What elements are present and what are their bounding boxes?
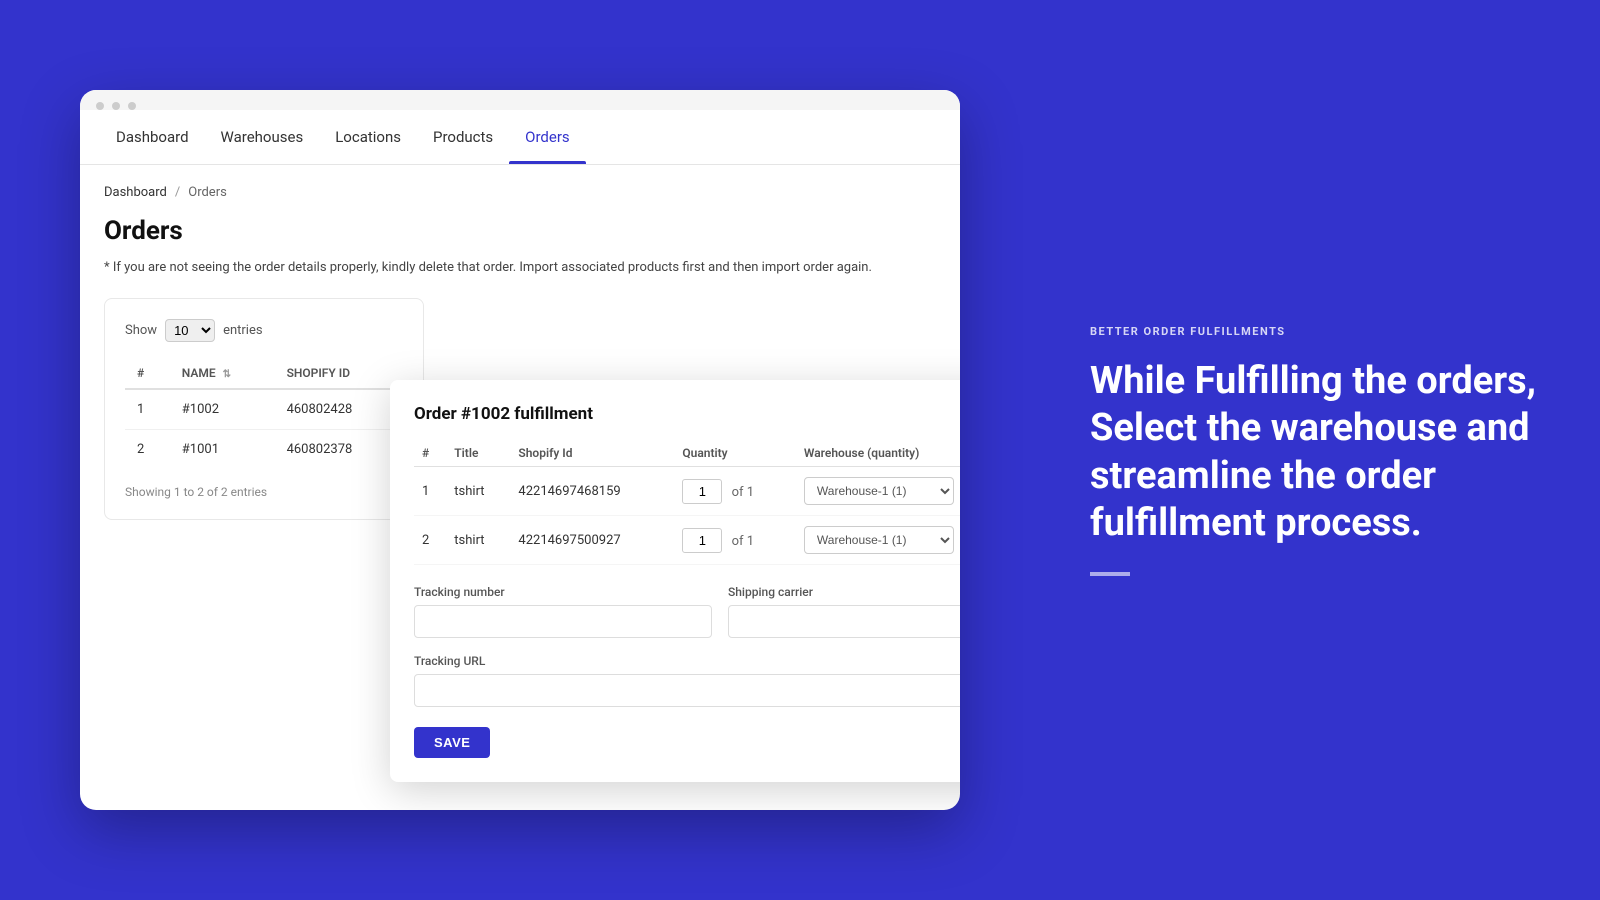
page-title: Orders <box>104 216 936 246</box>
frow1-of: of 1 <box>732 485 754 500</box>
breadcrumb: Dashboard / Orders <box>104 185 936 200</box>
tracking-row: Tracking number Shipping carrier <box>414 585 960 638</box>
row2-num: 2 <box>125 429 170 469</box>
tracking-url-input[interactable] <box>414 674 960 707</box>
fulfillment-row-1: 1 tshirt 42214697468159 of 1 Warehouse-1… <box>414 467 960 516</box>
breadcrumb-home[interactable]: Dashboard <box>104 185 167 200</box>
frow1-num: 1 <box>414 467 446 516</box>
shipping-carrier-label: Shipping carrier <box>728 585 960 599</box>
row1-shopify: 460802428 <box>275 389 403 430</box>
frow2-warehouse: Warehouse-1 (1) <box>796 516 960 565</box>
fcol-title: Title <box>446 440 510 467</box>
tracking-number-label: Tracking number <box>414 585 712 599</box>
breadcrumb-separator: / <box>175 185 180 200</box>
right-panel: BETTER ORDER FULFILLMENTS While Fulfilli… <box>1040 0 1600 900</box>
warehouse-select-2[interactable]: Warehouse-1 (1) <box>804 526 954 554</box>
nav-warehouses[interactable]: Warehouses <box>205 110 320 164</box>
fulfillment-modal: Order #1002 fulfillment # Title Shopify … <box>390 380 960 782</box>
save-button[interactable]: SAVE <box>414 727 490 758</box>
fcol-shopify: Shopify Id <box>510 440 674 467</box>
entries-select[interactable]: 10 25 50 <box>165 319 215 342</box>
browser-window: Dashboard Warehouses Locations Products … <box>80 90 960 810</box>
frow1-warehouse: Warehouse-1 (1) <box>796 467 960 516</box>
fcol-num: # <box>414 440 446 467</box>
sort-icon: ⇅ <box>223 369 231 380</box>
show-entries-row: Show 10 25 50 entries <box>125 319 403 342</box>
nav-bar: Dashboard Warehouses Locations Products … <box>80 110 960 165</box>
qty-input-1[interactable] <box>682 479 722 504</box>
nav-orders[interactable]: Orders <box>509 110 586 164</box>
browser-chrome <box>80 90 960 110</box>
frow2-shopify: 42214697500927 <box>510 516 674 565</box>
shipping-carrier-input[interactable] <box>728 605 960 638</box>
modal-title: Order #1002 fulfillment <box>414 404 960 424</box>
entries-label: entries <box>223 323 263 338</box>
row2-name: #1001 <box>170 429 275 469</box>
nav-products[interactable]: Products <box>417 110 509 164</box>
table-row[interactable]: 2 #1001 460802378 <box>125 429 403 469</box>
frow1-qty: of 1 <box>674 467 796 516</box>
nav-locations[interactable]: Locations <box>319 110 417 164</box>
table-row[interactable]: 1 #1002 460802428 <box>125 389 403 430</box>
orders-table: # NAME ⇅ SHOPIFY ID 1 #1002 460802428 <box>125 358 403 469</box>
frow2-num: 2 <box>414 516 446 565</box>
breadcrumb-current: Orders <box>188 185 227 200</box>
info-text: * If you are not seeing the order detail… <box>104 258 936 278</box>
row1-num: 1 <box>125 389 170 430</box>
promo-heading: While Fulfilling the orders, Select the … <box>1090 358 1550 548</box>
col-name[interactable]: NAME ⇅ <box>170 358 275 389</box>
warehouse-select-1[interactable]: Warehouse-1 (1) <box>804 477 954 505</box>
frow1-shopify: 42214697468159 <box>510 467 674 516</box>
row2-shopify: 460802378 <box>275 429 403 469</box>
promo-divider <box>1090 572 1130 576</box>
tracking-url-label: Tracking URL <box>414 654 960 668</box>
tracking-number-input[interactable] <box>414 605 712 638</box>
frow2-of: of 1 <box>732 534 754 549</box>
frow1-title: tshirt <box>446 467 510 516</box>
shipping-carrier-group: Shipping carrier <box>728 585 960 638</box>
left-panel: Dashboard Warehouses Locations Products … <box>0 0 1040 900</box>
col-shopify: SHOPIFY ID <box>275 358 403 389</box>
promo-label: BETTER ORDER FULFILLMENTS <box>1090 325 1550 338</box>
frow2-qty: of 1 <box>674 516 796 565</box>
fulfillment-table: # Title Shopify Id Quantity Warehouse (q… <box>414 440 960 565</box>
showing-text: Showing 1 to 2 of 2 entries <box>125 485 403 499</box>
browser-dot-3 <box>128 102 136 110</box>
fulfillment-row-2: 2 tshirt 42214697500927 of 1 Warehouse-1… <box>414 516 960 565</box>
nav-dashboard[interactable]: Dashboard <box>100 110 205 164</box>
qty-input-2[interactable] <box>682 528 722 553</box>
browser-dot-1 <box>96 102 104 110</box>
orders-table-section: Show 10 25 50 entries # NAME ⇅ <box>104 298 424 520</box>
browser-dot-2 <box>112 102 120 110</box>
tracking-url-group: Tracking URL <box>414 654 960 707</box>
fcol-warehouse: Warehouse (quantity) <box>796 440 960 467</box>
tracking-number-group: Tracking number <box>414 585 712 638</box>
show-label: Show <box>125 323 157 338</box>
col-num: # <box>125 358 170 389</box>
row1-name: #1002 <box>170 389 275 430</box>
fcol-qty: Quantity <box>674 440 796 467</box>
frow2-title: tshirt <box>446 516 510 565</box>
